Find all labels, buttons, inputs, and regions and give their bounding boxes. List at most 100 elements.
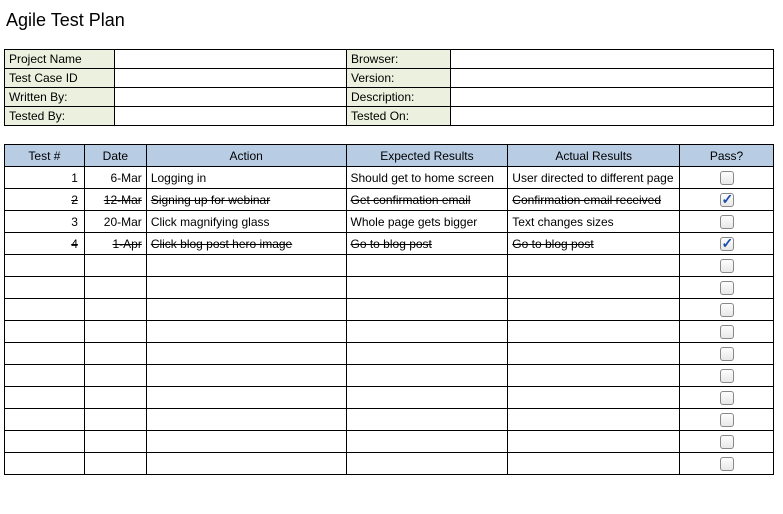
cell-test[interactable] xyxy=(5,277,85,299)
cell-expected[interactable] xyxy=(346,431,508,453)
cell-pass[interactable] xyxy=(680,387,774,409)
checkbox-icon[interactable] xyxy=(720,281,734,295)
cell-action[interactable] xyxy=(146,299,346,321)
checkbox-icon[interactable] xyxy=(720,391,734,405)
cell-date[interactable]: 1-Apr xyxy=(84,233,146,255)
info-value-right[interactable] xyxy=(451,88,774,107)
cell-pass[interactable] xyxy=(680,453,774,475)
cell-pass[interactable] xyxy=(680,431,774,453)
cell-expected[interactable]: Whole page gets bigger xyxy=(346,211,508,233)
cell-test[interactable]: 3 xyxy=(5,211,85,233)
checkbox-icon[interactable] xyxy=(720,457,734,471)
cell-test[interactable] xyxy=(5,321,85,343)
cell-date[interactable] xyxy=(84,321,146,343)
cell-date[interactable]: 6-Mar xyxy=(84,167,146,189)
info-value-right[interactable] xyxy=(451,50,774,69)
cell-action[interactable]: Click magnifying glass xyxy=(146,211,346,233)
cell-action[interactable]: Signing up for webinar xyxy=(146,189,346,211)
cell-action[interactable] xyxy=(146,321,346,343)
cell-actual[interactable]: Text changes sizes xyxy=(508,211,680,233)
cell-date[interactable] xyxy=(84,431,146,453)
checkbox-icon[interactable] xyxy=(720,171,734,185)
info-value-left[interactable] xyxy=(115,69,347,88)
cell-expected[interactable] xyxy=(346,365,508,387)
cell-pass[interactable] xyxy=(680,299,774,321)
cell-pass[interactable] xyxy=(680,167,774,189)
cell-actual[interactable]: User directed to different page xyxy=(508,167,680,189)
cell-pass[interactable] xyxy=(680,365,774,387)
cell-actual[interactable] xyxy=(508,409,680,431)
cell-date[interactable] xyxy=(84,387,146,409)
cell-test[interactable] xyxy=(5,299,85,321)
checkbox-icon[interactable] xyxy=(720,435,734,449)
cell-actual[interactable] xyxy=(508,277,680,299)
info-value-left[interactable] xyxy=(115,107,347,126)
cell-test[interactable] xyxy=(5,409,85,431)
cell-date[interactable] xyxy=(84,365,146,387)
cell-test[interactable] xyxy=(5,453,85,475)
cell-actual[interactable] xyxy=(508,431,680,453)
cell-date[interactable] xyxy=(84,409,146,431)
cell-pass[interactable] xyxy=(680,343,774,365)
cell-action[interactable] xyxy=(146,255,346,277)
cell-actual[interactable] xyxy=(508,365,680,387)
cell-expected[interactable] xyxy=(346,387,508,409)
cell-expected[interactable]: Get confirmation email xyxy=(346,189,508,211)
cell-action[interactable] xyxy=(146,409,346,431)
cell-date[interactable]: 12-Mar xyxy=(84,189,146,211)
cell-actual[interactable] xyxy=(508,255,680,277)
cell-test[interactable] xyxy=(5,387,85,409)
cell-expected[interactable] xyxy=(346,409,508,431)
cell-test[interactable] xyxy=(5,343,85,365)
cell-action[interactable] xyxy=(146,365,346,387)
checkbox-icon[interactable] xyxy=(720,325,734,339)
cell-test[interactable] xyxy=(5,365,85,387)
cell-date[interactable] xyxy=(84,277,146,299)
cell-expected[interactable]: Go to blog post xyxy=(346,233,508,255)
checkbox-icon[interactable] xyxy=(720,215,734,229)
cell-actual[interactable] xyxy=(508,387,680,409)
cell-date[interactable] xyxy=(84,343,146,365)
checkbox-icon[interactable] xyxy=(720,193,734,207)
cell-action[interactable]: Click blog post hero image xyxy=(146,233,346,255)
cell-pass[interactable] xyxy=(680,255,774,277)
cell-date[interactable] xyxy=(84,255,146,277)
cell-date[interactable] xyxy=(84,299,146,321)
cell-expected[interactable] xyxy=(346,299,508,321)
cell-expected[interactable] xyxy=(346,453,508,475)
checkbox-icon[interactable] xyxy=(720,347,734,361)
cell-pass[interactable] xyxy=(680,189,774,211)
cell-date[interactable]: 20-Mar xyxy=(84,211,146,233)
cell-pass[interactable] xyxy=(680,277,774,299)
cell-expected[interactable] xyxy=(346,277,508,299)
checkbox-icon[interactable] xyxy=(720,413,734,427)
cell-test[interactable]: 4 xyxy=(5,233,85,255)
checkbox-icon[interactable] xyxy=(720,259,734,273)
info-value-left[interactable] xyxy=(115,50,347,69)
cell-actual[interactable] xyxy=(508,321,680,343)
cell-actual[interactable] xyxy=(508,453,680,475)
checkbox-icon[interactable] xyxy=(720,303,734,317)
info-value-left[interactable] xyxy=(115,88,347,107)
cell-test[interactable]: 2 xyxy=(5,189,85,211)
cell-test[interactable]: 1 xyxy=(5,167,85,189)
cell-expected[interactable] xyxy=(346,255,508,277)
checkbox-icon[interactable] xyxy=(720,369,734,383)
cell-pass[interactable] xyxy=(680,233,774,255)
cell-expected[interactable]: Should get to home screen xyxy=(346,167,508,189)
cell-action[interactable]: Logging in xyxy=(146,167,346,189)
cell-test[interactable] xyxy=(5,255,85,277)
cell-pass[interactable] xyxy=(680,321,774,343)
cell-date[interactable] xyxy=(84,453,146,475)
cell-expected[interactable] xyxy=(346,321,508,343)
cell-actual[interactable] xyxy=(508,343,680,365)
cell-test[interactable] xyxy=(5,431,85,453)
cell-actual[interactable] xyxy=(508,299,680,321)
info-value-right[interactable] xyxy=(451,107,774,126)
cell-pass[interactable] xyxy=(680,211,774,233)
cell-pass[interactable] xyxy=(680,409,774,431)
cell-actual[interactable]: Confirmation email received xyxy=(508,189,680,211)
cell-action[interactable] xyxy=(146,277,346,299)
cell-action[interactable] xyxy=(146,431,346,453)
cell-action[interactable] xyxy=(146,453,346,475)
